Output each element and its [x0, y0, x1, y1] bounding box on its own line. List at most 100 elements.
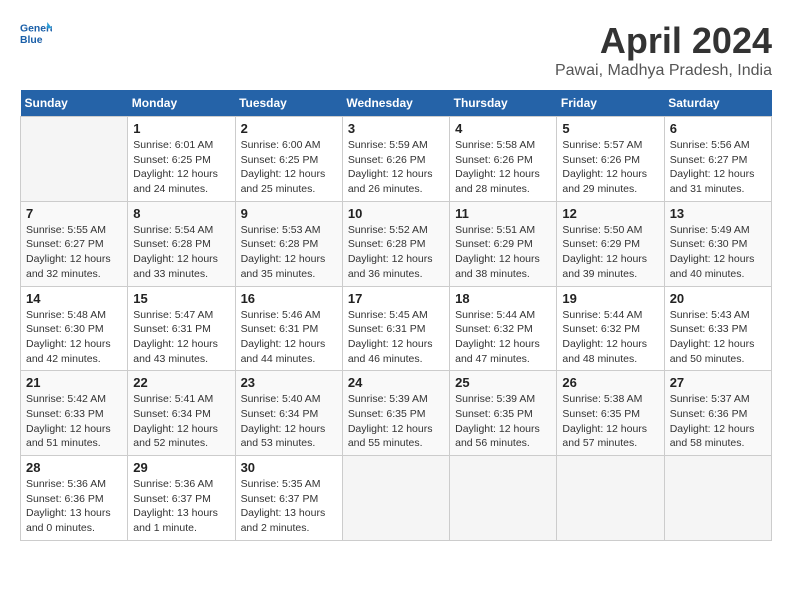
day-number: 13 — [670, 206, 766, 221]
day-number: 23 — [241, 375, 337, 390]
cell-content: Sunrise: 5:38 AM Sunset: 6:35 PM Dayligh… — [562, 392, 658, 451]
cell-content: Sunrise: 5:36 AM Sunset: 6:37 PM Dayligh… — [133, 477, 229, 536]
table-cell — [557, 456, 664, 541]
cell-content: Sunrise: 5:44 AM Sunset: 6:32 PM Dayligh… — [562, 308, 658, 367]
day-number: 1 — [133, 121, 229, 136]
header-friday: Friday — [557, 90, 664, 117]
day-number: 9 — [241, 206, 337, 221]
cell-content: Sunrise: 5:35 AM Sunset: 6:37 PM Dayligh… — [241, 477, 337, 536]
table-cell: 11 Sunrise: 5:51 AM Sunset: 6:29 PM Dayli… — [450, 201, 557, 286]
table-cell: 21 Sunrise: 5:42 AM Sunset: 6:33 PM Dayli… — [21, 371, 128, 456]
cell-content: Sunrise: 5:48 AM Sunset: 6:30 PM Dayligh… — [26, 308, 122, 367]
day-number: 27 — [670, 375, 766, 390]
cell-content: Sunrise: 5:58 AM Sunset: 6:26 PM Dayligh… — [455, 138, 551, 197]
table-cell: 26Sunrise: 5:38 AM Sunset: 6:35 PM Dayli… — [557, 371, 664, 456]
logo: General Blue — [20, 20, 52, 48]
day-number: 10 — [348, 206, 444, 221]
day-number: 19 — [562, 291, 658, 306]
header-thursday: Thursday — [450, 90, 557, 117]
day-number: 18 — [455, 291, 551, 306]
title-section: April 2024 Pawai, Madhya Pradesh, India — [555, 20, 772, 80]
table-cell — [450, 456, 557, 541]
table-cell: 14Sunrise: 5:48 AM Sunset: 6:30 PM Dayli… — [21, 286, 128, 371]
header-sunday: Sunday — [21, 90, 128, 117]
table-cell: 3 Sunrise: 5:59 AM Sunset: 6:26 PM Daylig… — [342, 117, 449, 202]
logo-icon: General Blue — [20, 20, 52, 48]
table-cell: 17Sunrise: 5:45 AM Sunset: 6:31 PM Dayli… — [342, 286, 449, 371]
week-row-4: 21 Sunrise: 5:42 AM Sunset: 6:33 PM Dayli… — [21, 371, 772, 456]
table-cell: 25Sunrise: 5:39 AM Sunset: 6:35 PM Dayli… — [450, 371, 557, 456]
header-tuesday: Tuesday — [235, 90, 342, 117]
cell-content: Sunrise: 5:57 AM Sunset: 6:26 PM Dayligh… — [562, 138, 658, 197]
day-number: 15 — [133, 291, 229, 306]
day-number: 21 — [26, 375, 122, 390]
table-cell: 27 Sunrise: 5:37 AM Sunset: 6:36 PM Dayli… — [664, 371, 771, 456]
day-number: 12 — [562, 206, 658, 221]
day-number: 22 — [133, 375, 229, 390]
cell-content: Sunrise: 5:40 AM Sunset: 6:34 PM Dayligh… — [241, 392, 337, 451]
week-row-3: 14Sunrise: 5:48 AM Sunset: 6:30 PM Dayli… — [21, 286, 772, 371]
cell-content: Sunrise: 5:54 AM Sunset: 6:28 PM Dayligh… — [133, 223, 229, 282]
day-number: 29 — [133, 460, 229, 475]
cell-content: Sunrise: 6:00 AM Sunset: 6:25 PM Dayligh… — [241, 138, 337, 197]
cell-content: Sunrise: 5:51 AM Sunset: 6:29 PM Dayligh… — [455, 223, 551, 282]
week-row-1: 1 Sunrise: 6:01 AM Sunset: 6:25 PM Daylig… — [21, 117, 772, 202]
table-cell: 2 Sunrise: 6:00 AM Sunset: 6:25 PM Daylig… — [235, 117, 342, 202]
calendar-header-row: Sunday Monday Tuesday Wednesday Thursday… — [21, 90, 772, 117]
table-cell: 23 Sunrise: 5:40 AM Sunset: 6:34 PM Dayli… — [235, 371, 342, 456]
header-monday: Monday — [128, 90, 235, 117]
day-number: 28 — [26, 460, 122, 475]
table-cell: 10Sunrise: 5:52 AM Sunset: 6:28 PM Dayli… — [342, 201, 449, 286]
table-cell: 12 Sunrise: 5:50 AM Sunset: 6:29 PM Dayli… — [557, 201, 664, 286]
table-cell: 30 Sunrise: 5:35 AM Sunset: 6:37 PM Dayli… — [235, 456, 342, 541]
day-number: 5 — [562, 121, 658, 136]
cell-content: Sunrise: 5:44 AM Sunset: 6:32 PM Dayligh… — [455, 308, 551, 367]
day-number: 2 — [241, 121, 337, 136]
table-cell: 19 Sunrise: 5:44 AM Sunset: 6:32 PM Dayli… — [557, 286, 664, 371]
day-number: 11 — [455, 206, 551, 221]
header-wednesday: Wednesday — [342, 90, 449, 117]
table-cell — [664, 456, 771, 541]
table-cell: 8 Sunrise: 5:54 AM Sunset: 6:28 PM Daylig… — [128, 201, 235, 286]
day-number: 16 — [241, 291, 337, 306]
cell-content: Sunrise: 5:46 AM Sunset: 6:31 PM Dayligh… — [241, 308, 337, 367]
cell-content: Sunrise: 5:59 AM Sunset: 6:26 PM Dayligh… — [348, 138, 444, 197]
page-subtitle: Pawai, Madhya Pradesh, India — [555, 62, 772, 80]
table-cell: 15 Sunrise: 5:47 AM Sunset: 6:31 PM Dayli… — [128, 286, 235, 371]
week-row-2: 7 Sunrise: 5:55 AM Sunset: 6:27 PM Daylig… — [21, 201, 772, 286]
cell-content: Sunrise: 6:01 AM Sunset: 6:25 PM Dayligh… — [133, 138, 229, 197]
table-cell: 5 Sunrise: 5:57 AM Sunset: 6:26 PM Daylig… — [557, 117, 664, 202]
day-number: 6 — [670, 121, 766, 136]
day-number: 8 — [133, 206, 229, 221]
cell-content: Sunrise: 5:56 AM Sunset: 6:27 PM Dayligh… — [670, 138, 766, 197]
cell-content: Sunrise: 5:50 AM Sunset: 6:29 PM Dayligh… — [562, 223, 658, 282]
table-cell: 4 Sunrise: 5:58 AM Sunset: 6:26 PM Daylig… — [450, 117, 557, 202]
day-number: 24 — [348, 375, 444, 390]
day-number: 20 — [670, 291, 766, 306]
table-cell: 7 Sunrise: 5:55 AM Sunset: 6:27 PM Daylig… — [21, 201, 128, 286]
table-cell: 22 Sunrise: 5:41 AM Sunset: 6:34 PM Dayli… — [128, 371, 235, 456]
page-header: General Blue April 2024 Pawai, Madhya Pr… — [20, 20, 772, 80]
table-cell — [21, 117, 128, 202]
table-cell: 24Sunrise: 5:39 AM Sunset: 6:35 PM Dayli… — [342, 371, 449, 456]
cell-content: Sunrise: 5:47 AM Sunset: 6:31 PM Dayligh… — [133, 308, 229, 367]
day-number: 3 — [348, 121, 444, 136]
cell-content: Sunrise: 5:49 AM Sunset: 6:30 PM Dayligh… — [670, 223, 766, 282]
table-cell — [342, 456, 449, 541]
day-number: 30 — [241, 460, 337, 475]
cell-content: Sunrise: 5:37 AM Sunset: 6:36 PM Dayligh… — [670, 392, 766, 451]
day-number: 7 — [26, 206, 122, 221]
table-cell: 6 Sunrise: 5:56 AM Sunset: 6:27 PM Daylig… — [664, 117, 771, 202]
calendar-table: Sunday Monday Tuesday Wednesday Thursday… — [20, 90, 772, 541]
cell-content: Sunrise: 5:42 AM Sunset: 6:33 PM Dayligh… — [26, 392, 122, 451]
cell-content: Sunrise: 5:55 AM Sunset: 6:27 PM Dayligh… — [26, 223, 122, 282]
cell-content: Sunrise: 5:53 AM Sunset: 6:28 PM Dayligh… — [241, 223, 337, 282]
table-cell: 20 Sunrise: 5:43 AM Sunset: 6:33 PM Dayli… — [664, 286, 771, 371]
day-number: 17 — [348, 291, 444, 306]
table-cell: 16 Sunrise: 5:46 AM Sunset: 6:31 PM Dayli… — [235, 286, 342, 371]
svg-text:Blue: Blue — [20, 35, 43, 46]
day-number: 25 — [455, 375, 551, 390]
day-number: 4 — [455, 121, 551, 136]
cell-content: Sunrise: 5:41 AM Sunset: 6:34 PM Dayligh… — [133, 392, 229, 451]
cell-content: Sunrise: 5:43 AM Sunset: 6:33 PM Dayligh… — [670, 308, 766, 367]
